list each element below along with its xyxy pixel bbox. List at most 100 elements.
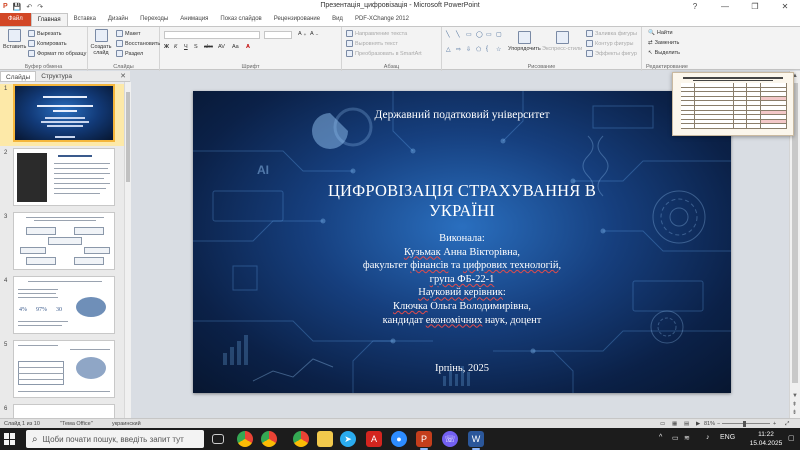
tab-animation[interactable]: Анимация [174, 13, 214, 26]
font-size-combo[interactable] [264, 31, 292, 39]
shadow-button[interactable]: S [194, 44, 198, 50]
tab-review[interactable]: Рецензирование [268, 13, 326, 26]
bracket-shape-icon[interactable]: { [486, 46, 495, 60]
restore-button[interactable]: ❐ [740, 0, 770, 13]
change-case-button[interactable]: Aa [232, 44, 239, 50]
scroll-thumb[interactable] [126, 92, 130, 182]
char-spacing-button[interactable]: AV [218, 44, 225, 50]
text-direction-button[interactable]: Направление текста [346, 30, 407, 37]
network-icon[interactable]: ▭ [672, 434, 679, 442]
shape-effects-button[interactable]: Эффекты фигур [586, 50, 637, 57]
layout-button[interactable]: Макет [116, 30, 141, 37]
chrome-icon[interactable] [261, 431, 277, 447]
pentagon-shape-icon[interactable]: ⬠ [476, 46, 485, 60]
normal-view-icon[interactable]: ▭ [660, 420, 665, 428]
arrange-button[interactable]: Упорядочить [508, 31, 541, 52]
line-shape-icon[interactable]: ╲ [446, 31, 455, 45]
reading-view-icon[interactable]: ▤ [684, 420, 689, 428]
prev-slide-icon[interactable]: ⇞ [792, 401, 797, 408]
slide-thumbnail-3[interactable] [13, 212, 115, 270]
oval-shape-icon[interactable]: ◯ [476, 31, 485, 45]
minimize-button[interactable]: — [710, 0, 740, 13]
slideshow-view-icon[interactable]: ▶ [696, 420, 700, 428]
close-button[interactable]: ✕ [770, 0, 800, 13]
tab-pdf-xchange[interactable]: PDF-XChange 2012 [349, 13, 415, 26]
line-shape-icon[interactable]: ╲ [456, 31, 465, 45]
select-button[interactable]: ↖ Выделить [648, 50, 680, 56]
powerpoint-taskbar-icon[interactable]: P [416, 431, 432, 450]
current-slide[interactable]: AI Державний податковий університет ЦИФР… [193, 91, 731, 393]
taskbar-clock[interactable]: 11:22 15.04.2025 [746, 430, 786, 448]
fit-to-window-icon[interactable]: ⤢ [785, 420, 789, 428]
arrow-shape-icon[interactable]: ⇩ [466, 46, 475, 60]
slide-sorter-icon[interactable]: ▦ [672, 420, 677, 428]
font-grow-button[interactable]: A + [298, 31, 306, 37]
help-icon[interactable]: ? [680, 0, 710, 13]
slide-thumbnails-panel[interactable]: 1 2 3 4 4% 97% 30 5 6 [0, 82, 124, 418]
reset-button[interactable]: Восстановить [116, 40, 160, 47]
shapes-gallery[interactable]: ╲ ╲ ▭ ◯ ▭ ▢ △ ⇨ ⇩ ⬠{☆ [446, 31, 502, 59]
thumbnails-scrollbar[interactable] [124, 82, 131, 418]
tab-file[interactable]: Файл [0, 13, 31, 26]
new-slide-button[interactable]: Создать слайд [91, 29, 111, 56]
tray-chevron-icon[interactable]: ^ [659, 434, 662, 441]
format-painter-button[interactable]: Формат по образцу [28, 50, 86, 57]
rectangle-shape-icon[interactable]: ▭ [486, 31, 495, 45]
language-indicator[interactable]: украинский [112, 420, 141, 428]
start-button[interactable] [4, 433, 16, 445]
find-button[interactable]: 🔍 Найти [648, 30, 673, 36]
chrome-icon[interactable] [293, 431, 309, 447]
thumbnail-row-6[interactable]: 6 [0, 404, 124, 418]
thumbnail-row-3[interactable]: 3 [0, 212, 124, 274]
wifi-icon[interactable]: ≋ [684, 434, 690, 442]
word-taskbar-icon[interactable]: W [468, 431, 484, 450]
slide-thumbnail-5[interactable] [13, 340, 115, 398]
keyboard-language[interactable]: ENG [720, 434, 735, 441]
undo-icon[interactable]: ↶ [26, 3, 32, 11]
telegram-icon[interactable]: ➤ [340, 431, 356, 447]
slide-thumbnail-1[interactable] [13, 84, 115, 142]
tab-transitions[interactable]: Переходы [134, 13, 174, 26]
quick-styles-button[interactable]: Экспресс-стили [542, 31, 582, 52]
task-view-icon[interactable] [212, 434, 224, 444]
taskbar-search-box[interactable]: ⌕ Щоби почати пошук, введіть запит тут [26, 430, 204, 448]
strikethrough-button[interactable]: abc [204, 44, 213, 50]
shape-outline-button[interactable]: Контур фигуры [586, 40, 633, 47]
tab-outline-panel[interactable]: Структура [36, 71, 77, 81]
zoom-app-icon[interactable]: ● [391, 431, 407, 447]
triangle-shape-icon[interactable]: △ [446, 46, 455, 60]
shape-fill-button[interactable]: Заливка фигуры [586, 30, 637, 37]
volume-icon[interactable]: ♪ [706, 434, 710, 441]
arrow-shape-icon[interactable]: ⇨ [456, 46, 465, 60]
font-name-combo[interactable] [164, 31, 260, 39]
zoom-in-button[interactable]: + [773, 420, 776, 428]
replace-button[interactable]: ⇄ Заменить [648, 40, 679, 46]
align-text-button[interactable]: Выровнять текст [346, 40, 398, 47]
thumbnail-row-5[interactable]: 5 [0, 340, 124, 402]
tab-slideshow[interactable]: Показ слайдов [214, 13, 267, 26]
scroll-down-arrow-icon[interactable]: ▼ [792, 393, 798, 399]
font-shrink-button[interactable]: A − [310, 31, 318, 37]
redo-icon[interactable]: ↷ [37, 3, 43, 11]
star-shape-icon[interactable]: ☆ [496, 46, 505, 60]
file-explorer-icon[interactable] [317, 431, 333, 447]
floating-table-preview[interactable] [672, 72, 794, 136]
paste-button[interactable]: Вставить [3, 29, 26, 50]
viber-icon[interactable]: ☏ [442, 431, 458, 447]
slide-thumbnail-6[interactable] [13, 404, 115, 418]
slide-thumbnail-2[interactable] [13, 148, 115, 206]
chrome-icon[interactable] [237, 431, 253, 447]
tab-design[interactable]: Дизайн [102, 13, 134, 26]
zoom-level[interactable]: 81% [704, 420, 715, 428]
next-slide-icon[interactable]: ⇟ [792, 409, 797, 416]
thumbnail-row-4[interactable]: 4 4% 97% 30 [0, 276, 124, 338]
thumbnail-row-2[interactable]: 2 [0, 148, 124, 210]
zoom-out-button[interactable]: − [717, 420, 720, 428]
section-button[interactable]: Раздел [116, 50, 143, 57]
close-panel-icon[interactable]: ✕ [120, 72, 126, 80]
font-color-button[interactable]: A [246, 44, 250, 50]
tab-slides-panel[interactable]: Слайды [0, 71, 37, 81]
bold-button[interactable]: Ж [164, 44, 169, 50]
cut-button[interactable]: Вырезать [28, 30, 61, 37]
acrobat-icon[interactable]: A [366, 431, 382, 447]
